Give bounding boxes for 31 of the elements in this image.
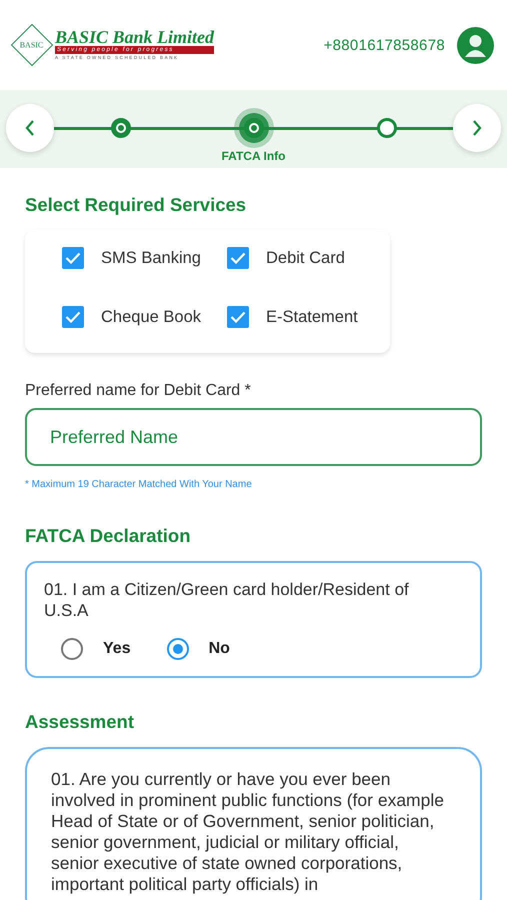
chevron-right-icon [472, 120, 482, 136]
checkbox-label: Debit Card [266, 248, 345, 268]
checkbox-label: E-Statement [266, 308, 358, 326]
section-title: Select Required Services [25, 194, 248, 216]
logo-emblem: BASIC [10, 24, 54, 66]
checkbox[interactable] [227, 247, 249, 269]
input-field[interactable]: Preferred Name [25, 408, 482, 466]
question-text: 01. Are you currently or have you ever been involved in prominent public functions (for example Head of State or of Government, senior politician, senior government, judicial or military official, senior executive of state owned corporations, important political party officials) in [51, 769, 444, 895]
chevron-left-icon [25, 120, 35, 136]
bank-name: BASIC Bank Limited [55, 28, 214, 46]
step-label: FATCA Info [222, 149, 286, 163]
checkbox[interactable] [62, 247, 84, 269]
check-icon [65, 311, 81, 323]
radio-button[interactable] [166, 638, 189, 660]
checkbox[interactable] [227, 306, 249, 328]
checkbox[interactable] [62, 306, 84, 328]
checkbox-label: Cheque Book [101, 308, 201, 326]
checkbox-label: SMS Banking [101, 248, 201, 268]
question-text: 01. I am a Citizen/Green card holder/Resident of U.S.A [44, 579, 410, 621]
check-icon [230, 252, 246, 264]
check-icon [230, 311, 246, 323]
radio-label: No [208, 640, 230, 658]
field-hint: * Maximum 19 Character Matched With Your Name [25, 479, 253, 490]
radio-label: Yes [103, 640, 131, 658]
field-label: Preferred name for Debit Card * [25, 382, 252, 400]
section-title: FATCA Declaration [25, 525, 192, 547]
phone-number: +8801617858678 [324, 36, 445, 54]
radio-button[interactable] [61, 638, 83, 660]
section-title: Assessment [25, 711, 136, 733]
avatar-icon[interactable] [457, 26, 494, 64]
check-icon [65, 252, 81, 264]
